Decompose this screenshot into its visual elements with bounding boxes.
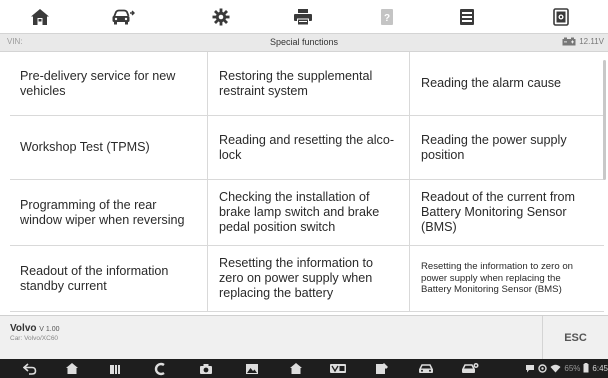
- battery-voltage-indicator: 12.11V: [562, 37, 604, 46]
- function-item[interactable]: Workshop Test (TPMS): [10, 116, 208, 180]
- recent-apps-button[interactable]: [106, 361, 126, 376]
- screenshot-nav-button[interactable]: [242, 361, 262, 376]
- battery-percent: 65%: [564, 363, 581, 373]
- function-label: Reading the power supply position: [421, 132, 567, 162]
- home-icon: [31, 8, 49, 25]
- remote-expert-button[interactable]: [460, 361, 480, 376]
- settings-button[interactable]: [186, 0, 256, 33]
- function-label: Pre-delivery service for new vehicles: [20, 68, 176, 98]
- print-icon: [294, 8, 312, 25]
- settings-icon: [212, 8, 230, 25]
- system-tray: 65% 6:45: [525, 363, 608, 373]
- back-button[interactable]: [20, 361, 40, 376]
- function-label: Workshop Test (TPMS): [20, 140, 150, 154]
- function-label: Reading and resetting the alco-lock: [219, 132, 395, 162]
- function-label: Resetting the information to zero on pow…: [219, 256, 374, 300]
- clock: 6:45: [592, 363, 608, 373]
- battery-icon: [583, 363, 589, 373]
- app-logo-icon: [154, 362, 165, 375]
- function-label: Readout of the current from Battery Moni…: [421, 190, 576, 234]
- vehicle-swap-button[interactable]: [88, 0, 158, 33]
- android-home-button[interactable]: [62, 361, 82, 376]
- back-icon: [23, 362, 37, 375]
- data-log-button[interactable]: [432, 0, 502, 33]
- image-icon: [246, 363, 258, 374]
- function-item[interactable]: Reading the power supply position: [410, 116, 604, 180]
- function-item[interactable]: Resetting the information to zero on pow…: [208, 246, 410, 312]
- function-label: Readout of the information standby curre…: [20, 263, 169, 293]
- function-item[interactable]: Readout of the current from Battery Moni…: [410, 180, 604, 246]
- screenshot-button[interactable]: [526, 0, 596, 33]
- scrollbar[interactable]: [603, 60, 606, 180]
- function-item[interactable]: Reading the alarm cause: [410, 52, 604, 116]
- android-nav-bar: 65% 6:45: [0, 359, 608, 378]
- function-label: Checking the installation of brake lamp …: [219, 190, 380, 234]
- vehicle-icon: [419, 363, 433, 373]
- help-icon: ?: [381, 8, 393, 25]
- vehicle-nav-button[interactable]: [416, 361, 436, 376]
- function-item[interactable]: Pre-delivery service for new vehicles: [10, 52, 208, 116]
- page-title: Special functions: [269, 37, 339, 47]
- function-label: Resetting the information to zero on pow…: [421, 261, 573, 296]
- home-button[interactable]: [5, 0, 75, 33]
- screenshot-icon: [553, 7, 569, 26]
- data-logging-button[interactable]: [372, 361, 392, 376]
- maxisys-home-button[interactable]: [286, 361, 306, 376]
- function-item[interactable]: Resetting the information to zero on pow…: [410, 246, 604, 312]
- wifi-icon: [550, 364, 561, 372]
- vehicle-swap-icon: [112, 9, 135, 24]
- vehicle-make: Volvo: [10, 323, 37, 334]
- function-item[interactable]: Readout of the information standby curre…: [10, 246, 208, 312]
- home-icon: [290, 363, 302, 374]
- data-log-icon: [460, 8, 474, 25]
- chat-icon: [526, 364, 535, 372]
- function-label: Programming of the rear window wiper whe…: [20, 197, 185, 227]
- vci-button[interactable]: [328, 361, 348, 376]
- print-button[interactable]: [268, 0, 338, 33]
- esc-button[interactable]: ESC: [542, 316, 608, 360]
- function-item[interactable]: Reading and resetting the alco-lock: [208, 116, 410, 180]
- camera-button[interactable]: [196, 361, 216, 376]
- svg-text:?: ?: [384, 13, 390, 24]
- recent-apps-icon: [110, 364, 120, 374]
- home-icon: [66, 363, 78, 374]
- vehicle-make-version: Volvo V 1.00: [10, 323, 60, 334]
- camera-icon: [200, 363, 212, 374]
- vehicle-settings-icon: [462, 363, 479, 373]
- vehicle-model: Car: Volvo/XC60: [10, 335, 59, 342]
- function-item[interactable]: Checking the installation of brake lamp …: [208, 180, 410, 246]
- help-button[interactable]: ?: [352, 0, 422, 33]
- settings-icon: [538, 363, 548, 373]
- data-logging-icon: [376, 363, 388, 374]
- car-battery-icon: [562, 37, 576, 46]
- vehicle-info-bar: Volvo V 1.00 Car: Volvo/XC60 ESC: [0, 315, 608, 360]
- software-version: V 1.00: [39, 326, 60, 333]
- function-grid: Pre-delivery service for new vehicles Re…: [10, 52, 604, 314]
- status-bar: VIN: Special functions 12.11V: [0, 33, 608, 52]
- function-item[interactable]: Programming of the rear window wiper whe…: [10, 180, 208, 246]
- top-toolbar: ?: [0, 0, 608, 33]
- function-label: Restoring the supplemental restraint sys…: [219, 68, 373, 98]
- function-item[interactable]: Restoring the supplemental restraint sys…: [208, 52, 410, 116]
- app-shortcut-button[interactable]: [150, 361, 170, 376]
- battery-voltage: 12.11V: [579, 37, 604, 46]
- vci-icon: [330, 364, 346, 373]
- function-label: Reading the alarm cause: [421, 76, 562, 90]
